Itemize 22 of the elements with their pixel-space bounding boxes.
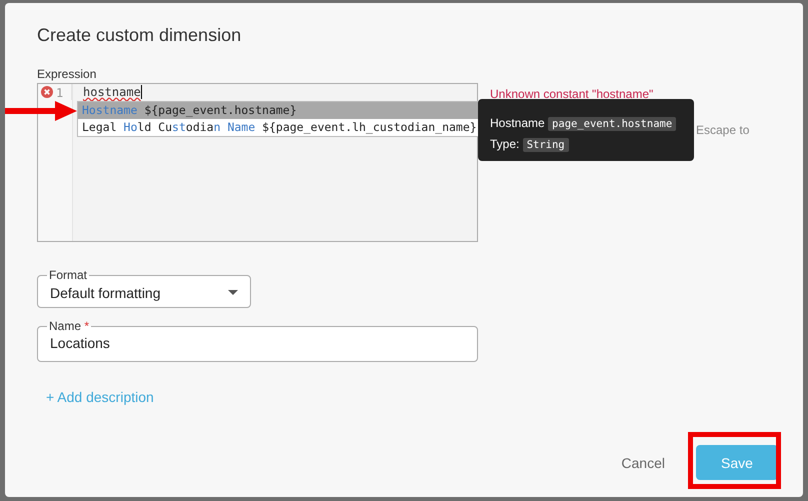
arrow-icon [5,101,77,121]
expression-editor[interactable]: 1 hostname Hostname ${page_event.hostname} Legal Hold Custodian Name ${page_event.lh_custodian_name} [37,83,478,242]
dropdown-caret-icon [228,290,238,295]
cancel-button[interactable]: Cancel [615,454,671,472]
name-field[interactable]: Name * Locations [37,319,478,362]
type-chip: String [522,138,569,152]
code-text: hostname [83,85,141,101]
code-chip: page_event.hostname [548,117,676,131]
error-message: Unknown constant "hostname" [490,87,654,101]
line-number: 1 [56,86,64,100]
hint-text: Escape to [696,123,750,137]
name-label: Name * [48,319,90,333]
format-select[interactable]: Format Default formatting [37,268,251,308]
suggestion-item[interactable]: Hostname ${page_event.hostname} [78,102,478,119]
suggestion-item[interactable]: Legal Hold Custodian Name ${page_event.lh_custodian_name} [78,119,478,136]
tooltip-name: Hostname [490,116,545,130]
expression-label: Expression [37,67,98,81]
format-label: Format [48,268,88,282]
select-value: Default formatting [50,284,160,300]
field-value: Locations [50,334,111,351]
dialog-title: Create custom dimension [37,25,242,46]
type-label: Type: [490,137,520,151]
